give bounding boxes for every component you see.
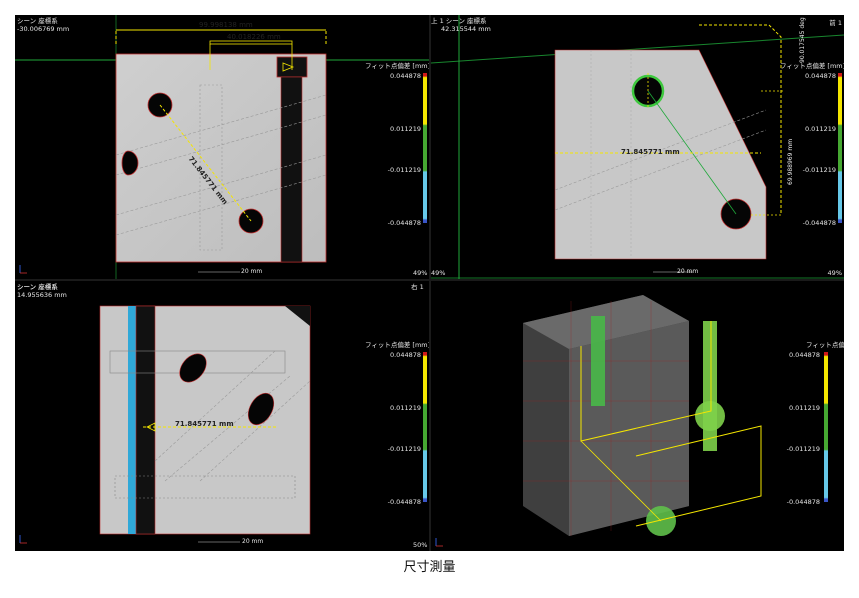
legend-tick-neg: -0.011219: [387, 445, 421, 453]
view-pane-bottom-left[interactable]: シーン 座標系 14.955636 mm 71.845771 mm 20 mm …: [15, 281, 429, 551]
color-scale-bar: [423, 352, 427, 502]
legend-title: フィット点偏差 [mm]: [780, 62, 844, 70]
scale-bar-label: 20 mm: [242, 538, 264, 545]
zoom-level: 50%: [413, 541, 428, 549]
dimension-label-hole-distance: 71.845771 mm: [175, 420, 234, 428]
scale-bar-label: 20 mm: [677, 268, 699, 275]
color-scale-bar: [838, 73, 842, 223]
color-scale-bar: [824, 352, 828, 502]
view-orientation-label: 右 1: [411, 283, 424, 291]
view-pane-bottom-right-3d[interactable]: フィット点偏差 [mm] 0.044878 0.011219 -0.011219…: [431, 281, 844, 551]
view-direction-label: 上 1 シーン 座標系: [431, 17, 487, 25]
legend-tick-neg: -0.011219: [387, 166, 421, 174]
deviation-legend: フィット点偏差 [mm] 0.044878 0.011219 -0.011219…: [365, 60, 429, 230]
color-scale-bar: [423, 73, 427, 223]
legend-tick-min: -0.044878: [786, 498, 820, 506]
legend-tick-max: 0.044878: [389, 72, 421, 80]
zoom-level: 49%: [827, 269, 842, 277]
dimension-label-hole-distance: 71.845771 mm: [621, 148, 680, 156]
legend-tick-min: -0.044878: [802, 219, 836, 227]
slice-position-readout: -30.006769 mm: [17, 25, 70, 33]
legend-tick-neg: -0.011219: [802, 166, 836, 174]
legend-tick-pos: 0.011219: [804, 125, 836, 133]
deviation-legend: フィット点偏差 [mm] 0.044878 0.011219 -0.011219…: [787, 339, 844, 509]
legend-tick-min: -0.044878: [387, 498, 421, 506]
legend-title: フィット点偏差 [mm]: [365, 341, 429, 349]
legend-tick-max: 0.044878: [389, 351, 421, 359]
ct-viewer[interactable]: シーン 座標系 -30.006769 mm 99.998138 mm 40.01…: [15, 15, 844, 551]
legend-title: フィット点偏差 [mm]: [806, 341, 844, 349]
pane-divider-vertical[interactable]: [429, 15, 431, 551]
legend-tick-max: 0.044878: [804, 72, 836, 80]
legend-tick-pos: 0.011219: [389, 404, 421, 412]
dimension-label-offset: 40.018226 mm: [227, 33, 281, 41]
view-orientation-label: 前 1: [829, 19, 842, 27]
dimension-label-width: 99.998138 mm: [199, 21, 253, 29]
legend-title: フィット点偏差 [mm]: [365, 62, 429, 70]
view-pane-top-left[interactable]: シーン 座標系 -30.006769 mm 99.998138 mm 40.01…: [15, 15, 429, 279]
figure-caption: 尺寸測量: [403, 560, 456, 575]
deviation-legend: フィット点偏差 [mm] 0.044878 0.011219 -0.011219…: [780, 60, 844, 230]
legend-tick-pos: 0.011219: [389, 125, 421, 133]
scale-bar-label: 20 mm: [241, 268, 263, 275]
legend-tick-min: -0.044878: [387, 219, 421, 227]
coordinate-system-label: シーン 座標系: [17, 283, 58, 291]
deviation-legend: フィット点偏差 [mm] 0.044878 0.011219 -0.011219…: [365, 339, 429, 509]
coordinate-system-label: シーン 座標系: [17, 17, 58, 25]
legend-tick-max: 0.044878: [788, 351, 820, 359]
slice-position-readout: 14.955636 mm: [17, 291, 67, 299]
angle-label: 90.017545 deg: [799, 17, 806, 63]
volume-render-3d: [435, 295, 762, 547]
zoom-level: 49%: [413, 269, 428, 277]
legend-tick-neg: -0.011219: [786, 445, 820, 453]
legend-tick-pos: 0.011219: [788, 404, 820, 412]
view-pane-top-right[interactable]: 上 1 シーン 座標系 42.315544 mm 前 1 71.845771 m…: [431, 15, 844, 279]
zoom-level-left: 49%: [431, 269, 446, 277]
slice-position-readout: 42.315544 mm: [441, 25, 491, 33]
